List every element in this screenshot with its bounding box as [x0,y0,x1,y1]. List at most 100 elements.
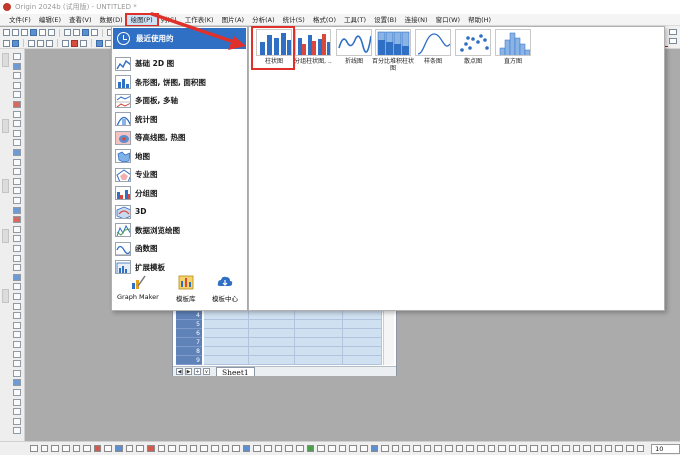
vertical-scrollbar[interactable] [383,307,394,365]
format-button-55[interactable] [615,445,623,452]
format-button-6[interactable] [93,445,102,452]
format-button-17[interactable] [210,445,219,452]
menu-14[interactable]: 窗口(W) [432,15,465,25]
format-button-53[interactable] [593,445,602,452]
tool-button-23[interactable] [13,273,21,281]
toolbar1-button-5[interactable] [48,29,55,36]
tool-button-28[interactable] [13,321,21,329]
format-button-46[interactable] [519,445,528,452]
format-button-30[interactable] [349,445,357,452]
graph-menu-item[interactable]: 多面板, 多轴 [115,92,247,109]
recent-graph-tile[interactable]: 散点图 [455,29,491,65]
worksheet-cell[interactable] [343,329,382,338]
graph-menu-item[interactable]: 地图 [115,148,247,165]
worksheet-cell[interactable] [249,356,295,365]
tool-button-16[interactable] [13,206,21,214]
sheet-nav-button-3[interactable]: ∨ [203,368,210,375]
tool-button-37[interactable] [13,408,21,416]
worksheet-cell[interactable] [295,329,343,338]
format-button-23[interactable] [274,445,283,452]
worksheet-cell[interactable] [204,329,249,338]
format-button-2[interactable] [51,445,59,452]
tool-button-25[interactable] [13,293,21,300]
toolbar1-button-0[interactable] [3,29,10,36]
format-button-43[interactable] [487,445,496,452]
format-button-38[interactable] [434,445,442,452]
tool-button-14[interactable] [13,187,21,195]
tool-button-8[interactable] [13,129,21,137]
tool-button-5[interactable] [13,101,21,108]
format-button-8[interactable] [115,445,123,452]
tool-button-26[interactable] [13,302,21,310]
menu-15[interactable]: 帮助(H) [464,15,495,25]
tool-button-7[interactable] [13,120,21,128]
format-button-22[interactable] [264,445,272,452]
tool-button-18[interactable] [13,225,21,233]
row-number[interactable]: 8 [176,347,202,356]
sheet-tab[interactable]: Sheet1 [216,367,255,377]
worksheet-cell[interactable] [295,356,343,365]
graph-menu-item[interactable]: 等高线图, 热图 [115,129,247,146]
tool-button-32[interactable] [13,360,21,368]
toolbar1-button-2[interactable] [21,29,28,36]
format-button-1[interactable] [40,445,49,452]
row-number[interactable]: 5 [176,320,202,329]
worksheet-cell[interactable] [343,347,382,356]
worksheet-cell[interactable] [249,311,295,320]
tool-button-34[interactable] [13,379,21,387]
graph-menu-item[interactable]: 函数图 [115,240,247,257]
format-button-48[interactable] [540,445,549,452]
toolbar2-button-8[interactable] [71,39,78,47]
format-button-5[interactable] [83,445,91,452]
side-panel-tab-1[interactable] [2,119,9,133]
toolbar2-button-5[interactable] [46,39,53,47]
toolbar2-button-7[interactable] [62,39,69,47]
menu-0[interactable]: 文件(F) [5,15,35,25]
format-button-42[interactable] [476,445,485,452]
format-button-41[interactable] [466,445,474,452]
menu-2[interactable]: 查看(V) [65,15,96,25]
menu-11[interactable]: 工具(T) [340,15,370,25]
worksheet-cell[interactable] [295,311,343,320]
menu-3[interactable]: 数据(D) [96,15,127,25]
toolbar1-button-1[interactable] [12,29,19,36]
tool-button-27[interactable] [13,312,21,320]
format-button-56[interactable] [625,445,634,452]
format-button-25[interactable] [296,445,304,452]
format-button-39[interactable] [444,445,453,452]
menu-12[interactable]: 设置(B) [370,15,401,25]
worksheet-cell[interactable] [295,320,343,329]
toolbar2-button-4[interactable] [37,39,44,47]
format-button-33[interactable] [381,445,389,452]
worksheet-cell[interactable] [343,356,382,365]
tool-button-10[interactable] [13,149,21,156]
tool-button-20[interactable] [13,245,21,252]
format-button-49[interactable] [551,445,560,452]
format-button-51[interactable] [572,445,581,452]
tool-button-11[interactable] [13,158,21,166]
format-button-54[interactable] [604,445,613,452]
format-button-36[interactable] [413,445,421,452]
tool-button-17[interactable] [13,216,21,224]
tool-button-31[interactable] [13,350,21,358]
restore-icon[interactable] [669,38,677,44]
menu-13[interactable]: 连接(N) [401,15,432,25]
format-button-26[interactable] [306,445,315,452]
worksheet-cell[interactable] [295,347,343,356]
graph-menu-bottom-button-1[interactable]: 模板库 [176,275,196,303]
tool-button-21[interactable] [13,254,21,262]
tool-button-4[interactable] [13,91,21,99]
tool-button-12[interactable] [13,168,21,176]
graph-menu-item[interactable]: 3D [115,203,247,220]
worksheet-cell[interactable] [204,311,249,320]
worksheet-cell[interactable] [249,320,295,329]
worksheet-cell[interactable] [204,347,249,356]
toolbar2-button-3[interactable] [28,39,35,47]
format-button-50[interactable] [562,445,570,452]
format-button-18[interactable] [221,445,230,452]
toolbar1-button-9[interactable] [82,29,89,36]
worksheet-cell[interactable] [343,320,382,329]
row-number[interactable]: 6 [176,329,202,338]
toolbar2-button-9[interactable] [80,39,87,47]
graph-menu-bottom-button-0[interactable]: Graph Maker [117,275,159,301]
